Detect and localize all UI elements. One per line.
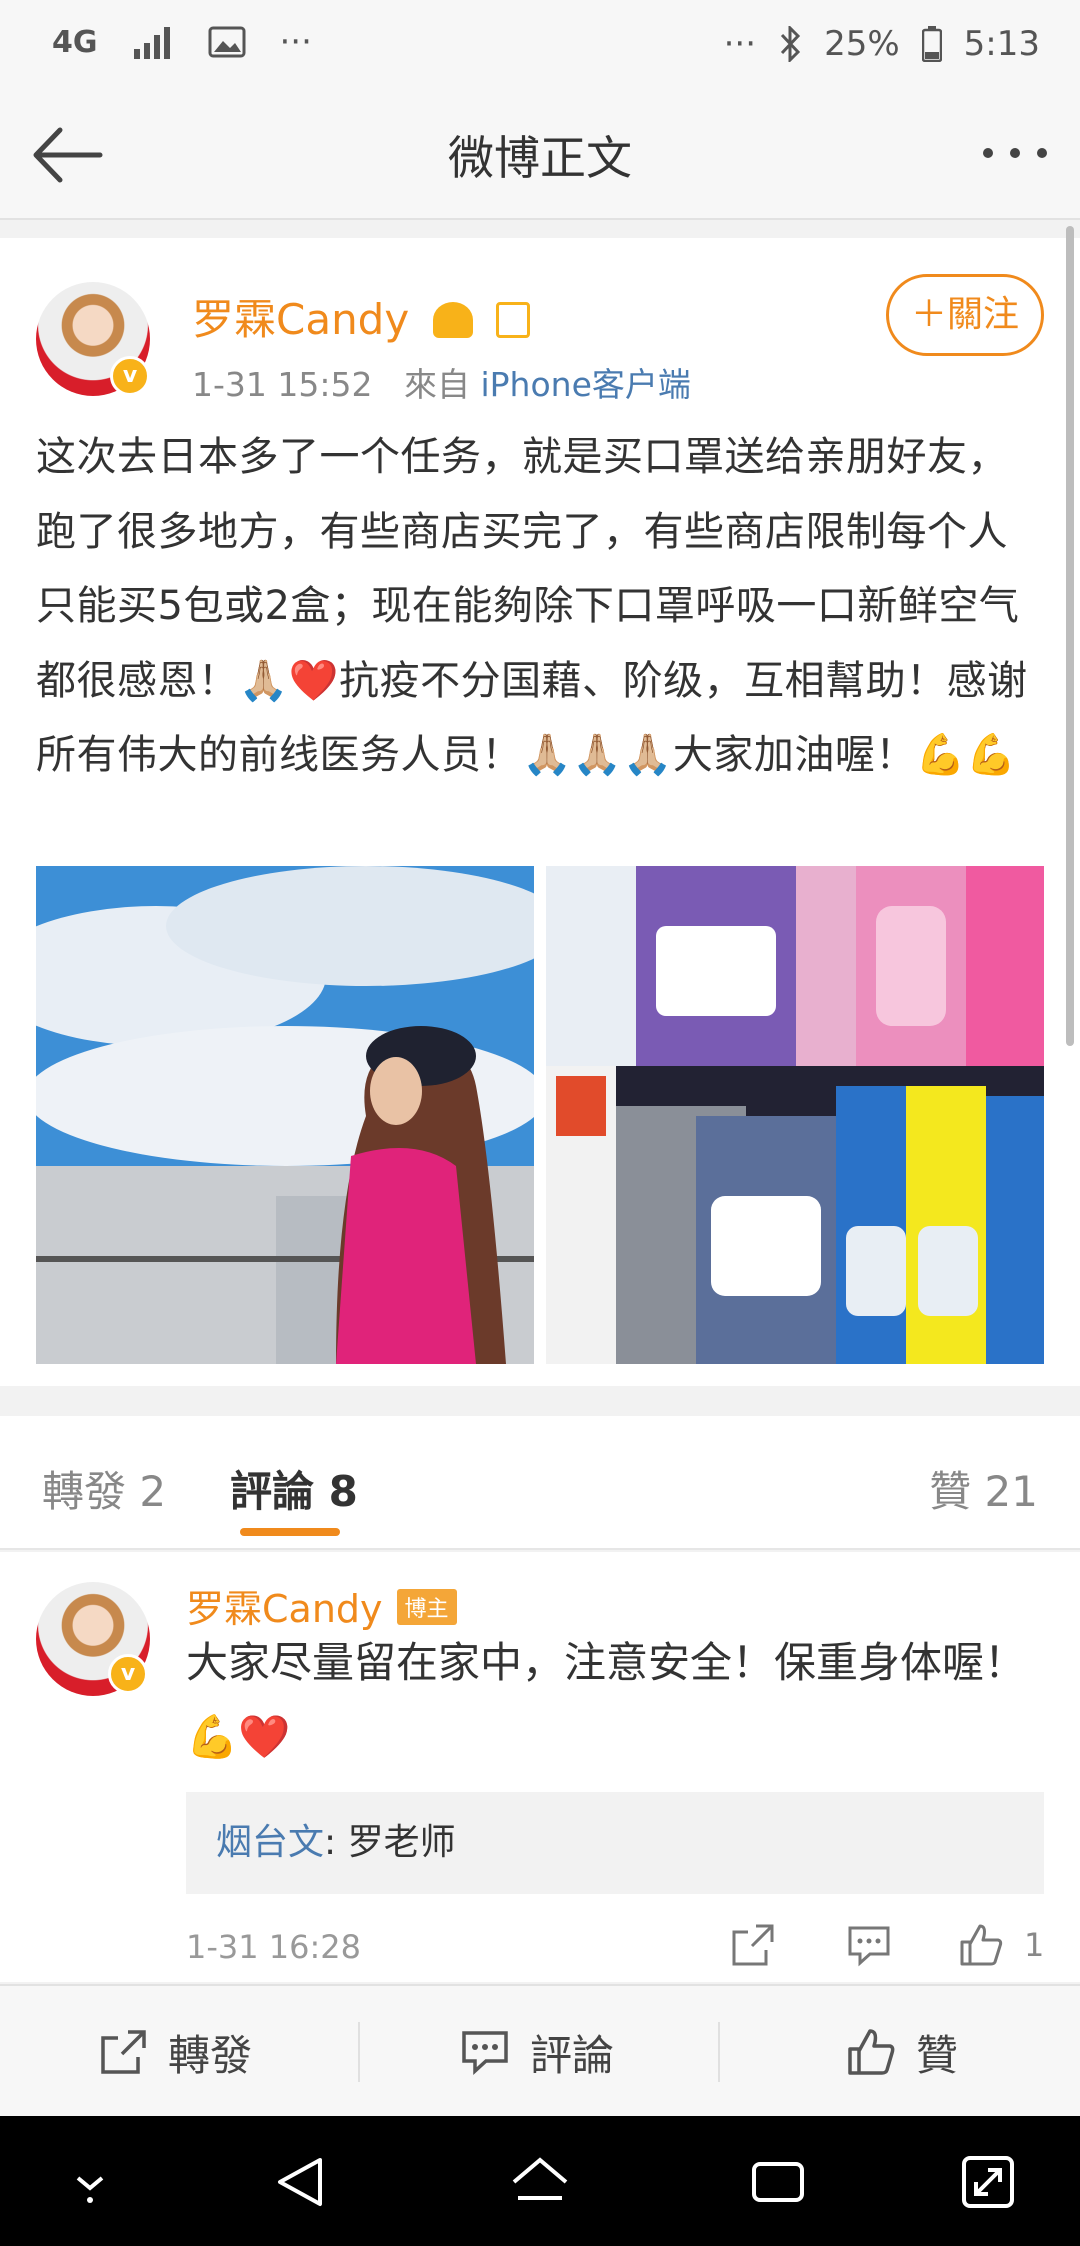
repost-button[interactable]: 轉發 [98, 1986, 252, 2118]
comment-button[interactable]: 評論 [460, 1986, 614, 2118]
action-bar: 轉發 評論 贊 [0, 1984, 1080, 2116]
scrollbar[interactable] [1066, 226, 1074, 1046]
post-source[interactable]: iPhone客户端 [480, 365, 690, 404]
battery-icon [921, 26, 942, 62]
follow-button[interactable]: ＋關注 [886, 274, 1044, 356]
like-count: 1 [1024, 1926, 1045, 1964]
commenter-verified-badge: v [108, 1654, 148, 1694]
reply-text: : 罗老师 [324, 1822, 456, 1863]
tab-likes[interactable]: 贊 21 [929, 1458, 1038, 1519]
image-icon [208, 26, 245, 58]
member-badge-icon [495, 302, 530, 338]
photo-masks [546, 866, 1044, 1364]
comment-time: 1-31 16:28 [186, 1928, 362, 1966]
hide-keyboard-icon[interactable] [60, 2154, 120, 2210]
post-time: 1-31 15:52 [192, 365, 373, 404]
repost-icon [101, 2030, 146, 2074]
status-bar: 4G ··· ··· 25% 5:13 [0, 0, 1080, 90]
battery-percent: 25% [824, 24, 900, 64]
tab-reposts[interactable]: 轉發 2 [42, 1458, 166, 1519]
nav-bar: 微博正文 [0, 90, 1080, 220]
post-image-2[interactable] [546, 866, 1044, 1364]
source-prefix: 來自 [403, 365, 470, 404]
post-text: 这次去日本多了一个任务，就是买口罩送给亲朋好友，跑了很多地方，有些商店买完了，有… [36, 434, 1028, 778]
verified-badge: v [110, 356, 150, 396]
tab-comments[interactable]: 評論 8 [230, 1458, 358, 1519]
divider [718, 2022, 720, 2082]
vip-crown-icon [432, 302, 473, 338]
nav-home-icon[interactable] [510, 2154, 570, 2210]
post-card: v 罗霖Candy 1-31 15:52 來自 iPhone客户端 ＋關注 这次… [0, 238, 1080, 1386]
like-icon[interactable] [958, 1922, 1004, 1968]
network-indicator: 4G [52, 24, 98, 60]
divider [358, 2022, 360, 2082]
comment-label: 評論 [530, 2030, 615, 2080]
like-button[interactable]: 贊 [846, 1986, 958, 2118]
reply-author[interactable]: 烟台文 [216, 1822, 324, 1863]
interaction-tabs: 轉發 2 評論 8 贊 21 [0, 1416, 1080, 1550]
more-status-dots: ··· [723, 24, 757, 64]
thumbs-up-icon [848, 2029, 895, 2075]
nav-back-icon[interactable] [272, 2154, 332, 2210]
share-icon[interactable] [730, 1922, 776, 1968]
more-notifications-dots: ··· [279, 22, 312, 62]
page-title: 微博正文 [448, 131, 632, 185]
system-navigation-bar [0, 2116, 1080, 2246]
repost-label: 轉發 [168, 2030, 253, 2080]
clock: 5:13 [963, 24, 1040, 64]
author-tag: 博主 [396, 1589, 457, 1625]
commenter-name[interactable]: 罗霖Candy 博主 [186, 1578, 457, 1633]
bluetooth-icon [780, 26, 801, 62]
reply-comment-icon[interactable] [846, 1922, 892, 1968]
comment-item: v 罗霖Candy 博主 大家尽量留在家中，注意安全！保重身体喔！💪❤️ 烟台文:… [0, 1552, 1080, 1982]
author-name[interactable]: 罗霖Candy [192, 286, 530, 347]
comment-text: 大家尽量留在家中，注意安全！保重身体喔！💪❤️ [186, 1638, 1027, 1761]
comment-reply[interactable]: 烟台文: 罗老师 [186, 1792, 1044, 1894]
signal-icon [133, 27, 170, 59]
post-image-1[interactable] [36, 866, 534, 1364]
photo-woman-sky [36, 866, 534, 1364]
more-options-icon[interactable] [980, 138, 1050, 168]
rotate-screen-icon[interactable] [958, 2154, 1018, 2210]
active-tab-indicator [240, 1528, 340, 1536]
like-label: 贊 [916, 2030, 959, 2080]
nav-recent-apps-icon[interactable] [748, 2154, 808, 2210]
comment-icon [462, 2031, 508, 2075]
post-meta: 1-31 15:52 來自 iPhone客户端 [192, 358, 691, 406]
